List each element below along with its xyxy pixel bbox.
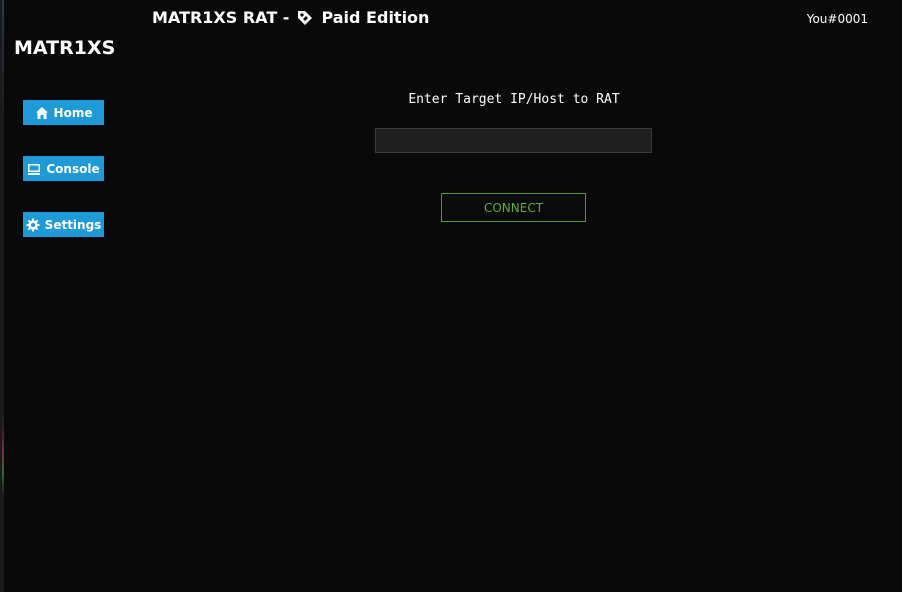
sidebar-brand: MATR1XS: [14, 37, 116, 59]
window-edge: [2, 0, 4, 592]
sidebar-item-settings[interactable]: Settings: [23, 212, 104, 237]
sidebar-item-console[interactable]: Console: [23, 156, 104, 181]
window-title: MATR1XS RAT - Paid Edition: [152, 8, 429, 27]
user-id: You#0001: [806, 12, 868, 26]
gear-icon: [26, 218, 40, 232]
home-icon: [35, 106, 49, 120]
console-icon: [27, 162, 41, 176]
price-tag-icon: [296, 9, 314, 27]
sidebar-item-label: Settings: [44, 217, 102, 232]
target-host-input[interactable]: [375, 128, 652, 153]
app-title: MATR1XS RAT -: [152, 8, 290, 27]
connect-button[interactable]: CONNECT: [441, 193, 586, 222]
sidebar-item-label: Console: [46, 161, 100, 176]
app-window: MATR1XS RAT - Paid Edition You#0001 MATR…: [0, 0, 902, 592]
sidebar-item-label: Home: [53, 105, 93, 120]
edition-label: Paid Edition: [321, 8, 430, 27]
sidebar-item-home[interactable]: Home: [23, 100, 104, 125]
target-prompt: Enter Target IP/Host to RAT: [408, 92, 620, 107]
